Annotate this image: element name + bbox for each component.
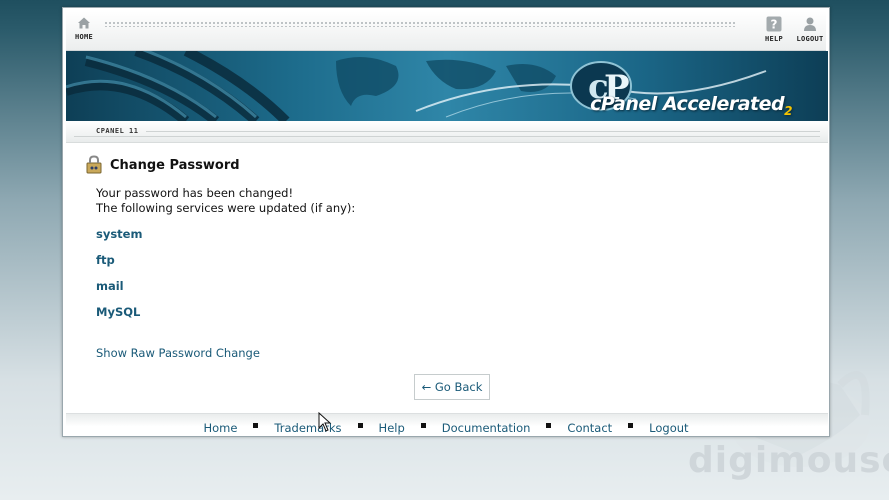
page-heading: Change Password [110, 157, 240, 173]
divider-line [146, 131, 820, 132]
go-back-button[interactable]: ← Go Back [414, 374, 490, 400]
cpanel-accelerated-logo: cPanel Accelerated2 [590, 93, 792, 118]
footer-link-logout[interactable]: Logout [649, 421, 688, 435]
footer-link-home[interactable]: Home [203, 421, 237, 435]
divider-line [74, 136, 820, 137]
brand-text: cPanel [590, 93, 657, 115]
cpanel-window: HOME ? HELP LOGOUT c P cPanel Accelerate… [62, 7, 830, 437]
services-list: system ftp mail MySQL [96, 227, 142, 331]
status-message: Your password has been changed! The foll… [96, 186, 355, 216]
message-line-2: The following services were updated (if … [96, 201, 356, 215]
product-text: Accelerated [662, 93, 785, 115]
home-button[interactable]: HOME [70, 16, 98, 41]
show-raw-password-change-link[interactable]: Show Raw Password Change [96, 346, 260, 360]
service-mysql[interactable]: MySQL [96, 305, 142, 331]
footer-separator [420, 423, 426, 428]
footer-link-contact[interactable]: Contact [567, 421, 612, 435]
tab-cpanel[interactable]: CPANEL 11 [96, 127, 138, 135]
version-text: 2 [784, 103, 792, 118]
help-button[interactable]: ? HELP [762, 16, 786, 43]
service-mail[interactable]: mail [96, 279, 142, 305]
svg-text:?: ? [771, 18, 778, 32]
footer-separator [253, 423, 259, 428]
page-title: Change Password [84, 155, 240, 175]
message-line-1: Your password has been changed! [96, 186, 294, 200]
logout-button[interactable]: LOGOUT [794, 16, 826, 43]
cpanel-banner: c P cPanel Accelerated2 [66, 51, 828, 121]
help-label: HELP [764, 35, 784, 43]
watermark-text: digimouse [688, 440, 889, 481]
footer-links: Home Trademarks Help Documentation Contact Lo… [63, 421, 829, 435]
breadcrumb-bar: CPANEL 11 [66, 121, 828, 143]
user-icon [804, 17, 816, 31]
dotted-divider [104, 21, 736, 27]
footer-separator [546, 423, 552, 428]
top-navigation: HOME ? HELP LOGOUT [66, 11, 826, 51]
footer-separator [628, 423, 634, 428]
logout-label: LOGOUT [796, 35, 824, 43]
footer-separator [357, 423, 363, 428]
mouse-cursor-icon [318, 412, 332, 432]
footer-link-documentation[interactable]: Documentation [442, 421, 531, 435]
lock-key-icon [86, 155, 102, 174]
service-system[interactable]: system [96, 227, 142, 253]
help-icon: ? [766, 16, 782, 32]
home-icon [78, 17, 90, 29]
footer-link-help[interactable]: Help [379, 421, 405, 435]
service-ftp[interactable]: ftp [96, 253, 142, 279]
home-label: HOME [74, 33, 94, 41]
